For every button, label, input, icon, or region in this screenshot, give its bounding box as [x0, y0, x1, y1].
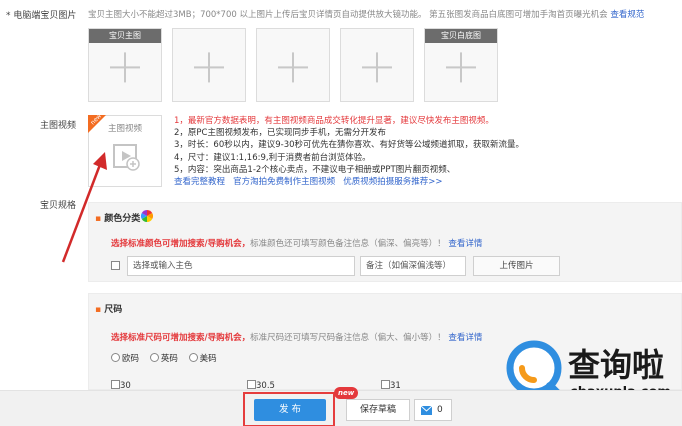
radio-circle: [149, 353, 159, 362]
required-marker: ▪: [95, 305, 102, 315]
bottom-action-bar: 发 布 new 保存草稿 0: [0, 387, 682, 426]
color-title-text: 颜色分类: [104, 214, 141, 224]
video-info-line-2: 2，原PC主图视频发布，已实现同步手机，无需分开发布: [174, 128, 386, 139]
free-video-link[interactable]: 官方淘拍免费制作主图视频: [233, 177, 335, 187]
image-slot-2[interactable]: [172, 28, 246, 102]
color-remark-input[interactable]: 备注（如偏深偏浅等）: [360, 256, 466, 276]
mail-icon: [421, 406, 432, 415]
video-camera-icon: [113, 144, 140, 171]
size-standard-options: 欧码 英码 美码: [111, 352, 217, 364]
image-slot-caption: 宝贝白底图: [425, 29, 497, 43]
color-wheel-icon: [141, 210, 153, 222]
size-checkbox: [247, 380, 256, 389]
image-slot-1[interactable]: 宝贝主图: [88, 28, 162, 102]
radio-us-size[interactable]: 美码: [188, 353, 217, 364]
plus-icon: [446, 52, 476, 83]
publish-button[interactable]: 发 布: [254, 399, 326, 421]
video-thumb-label: 主图视频: [107, 124, 142, 134]
size-tip: 选择标准尺码可增加搜索/导购机会，标准尺码还可填写尺码备注信息（偏大、偏小等）！…: [111, 331, 482, 343]
specs-label: 宝贝规格: [40, 201, 77, 211]
view-spec-link[interactable]: 查看规范: [610, 10, 644, 20]
image-slot-5[interactable]: 宝贝白底图: [424, 28, 498, 102]
required-marker: ▪: [95, 214, 102, 224]
size-title: ▪ 尺码: [95, 302, 122, 315]
radio-circle: [111, 353, 120, 362]
video-info: 1，最新官方数据表明，有主图视频商品成交转化提升显著，建议尽快发布主图视频。 2…: [174, 115, 524, 188]
plus-icon: [110, 52, 140, 83]
video-service-link[interactable]: 优质视频拍摄服务推荐>>: [343, 177, 442, 187]
size-tip-rest: 标准尺码还可填写尺码备注信息（偏大、偏小等）！: [250, 333, 446, 343]
video-info-line-4: 4，尺寸：建议1:1,16:9,利于消费者前台浏览体验。: [174, 152, 371, 163]
save-draft-button[interactable]: 保存草稿: [346, 399, 410, 421]
main-images-hint-text: 宝贝主图大小不能超过3MB；700*700 以上图片上传后宝贝详情页自动提供放大…: [88, 10, 608, 20]
video-info-line-3: 3，时长：60秒以内，建议9-30秒可优先在猜你喜欢、有好货等公域频道抓取，获取…: [174, 140, 525, 151]
video-info-links: 查看完整教程 官方淘拍免费制作主图视频 优质视频拍摄服务推荐>>: [174, 176, 524, 188]
radio-circle: [188, 353, 198, 362]
color-view-detail-link[interactable]: 查看详情: [448, 239, 482, 249]
radio-eu-size[interactable]: 欧码: [111, 353, 139, 364]
image-slot-caption: 宝贝主图: [89, 29, 161, 43]
size-title-text: 尺码: [104, 305, 123, 315]
new-badge: new: [334, 387, 359, 399]
message-button[interactable]: 0: [414, 399, 452, 421]
color-title: ▪ 颜色分类: [95, 211, 140, 224]
size-view-detail-link[interactable]: 查看详情: [448, 333, 482, 343]
video-info-line-1: 1，最新官方数据表明，有主图视频商品成交转化提升显著，建议尽快发布主图视频。: [174, 116, 494, 126]
image-slot-3[interactable]: [256, 28, 330, 102]
video-info-line-5: 5，内容：突出商品1-2个核心卖点，不建议电子相册或PPT图片翻页视频、: [174, 164, 456, 175]
main-images-label: * 电脑端宝贝图片: [6, 11, 77, 21]
size-tip-strong: 选择标准尺码可增加搜索/导购机会，: [111, 333, 251, 343]
full-tutorial-link[interactable]: 查看完整教程: [174, 177, 225, 187]
main-video-label: 主图视频: [40, 121, 77, 131]
color-checkbox[interactable]: [111, 261, 120, 270]
color-panel: ▪ 颜色分类 选择标准颜色可增加搜索/导购机会，标准颜色还可填写颜色备注信息（偏…: [88, 202, 682, 282]
color-name-input[interactable]: 选择或输入主色: [127, 256, 355, 276]
watermark-title: 查询啦: [568, 346, 665, 384]
color-tip-rest: 标准颜色还可填写颜色备注信息（偏深、偏亮等）！: [250, 239, 446, 249]
color-tip: 选择标准颜色可增加搜索/导购机会，标准颜色还可填写颜色备注信息（偏深、偏亮等）！…: [111, 237, 482, 249]
plus-icon: [362, 52, 392, 83]
image-slot-4[interactable]: [340, 28, 414, 102]
main-images-hint: 宝贝主图大小不能超过3MB；700*700 以上图片上传后宝贝详情页自动提供放大…: [88, 8, 682, 20]
size-checkbox: [381, 380, 390, 389]
upload-image-button[interactable]: 上传图片: [473, 256, 560, 276]
size-checkbox: [111, 380, 120, 389]
plus-icon: [278, 52, 308, 83]
plus-icon: [194, 52, 224, 83]
message-count: 0: [437, 405, 443, 415]
color-tip-strong: 选择标准颜色可增加搜索/导购机会，: [111, 239, 251, 249]
radio-uk-size[interactable]: 英码: [149, 353, 178, 364]
